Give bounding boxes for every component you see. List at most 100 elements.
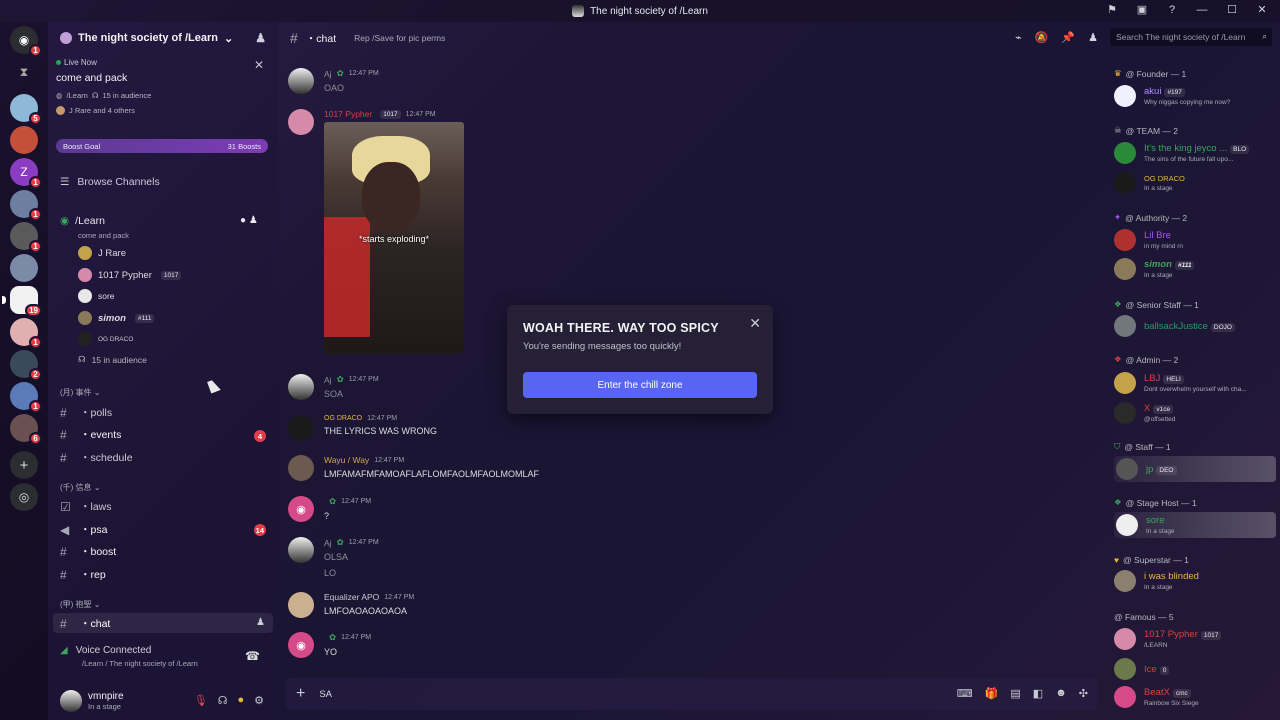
stage-participant[interactable]: OG DRACO (78, 332, 133, 346)
hourglass-icon[interactable]: ⧗ (10, 58, 38, 86)
stage-audience[interactable]: ☊ 15 in audience (78, 354, 147, 365)
server-icon[interactable]: 2 (10, 350, 42, 381)
user-panel[interactable]: vmnpire In a stage 🎙 ☊ ● ⚙ (48, 682, 278, 720)
message-author[interactable]: Wayu / Way (324, 455, 369, 465)
headphones-icon[interactable]: ☊ (218, 694, 228, 707)
boost-goal-bar[interactable]: Boost Goal 31 Boosts (56, 139, 268, 153)
keyboard-icon[interactable]: ⌨ (957, 687, 973, 700)
add-attachment-icon[interactable]: + (296, 685, 305, 703)
category-header[interactable]: (甲) 袍聖 ⌄ (60, 599, 101, 610)
stage-participant[interactable]: J Rare (78, 246, 126, 260)
member-item[interactable]: i was blinded In a stage (1114, 570, 1199, 592)
add-server-icon[interactable]: + (10, 451, 38, 479)
member-item[interactable]: sore In a stage (1114, 512, 1276, 538)
channel-schedule[interactable]: # ・schedule (60, 450, 133, 465)
invite-icon[interactable]: ♟ (255, 31, 266, 45)
message-author[interactable]: Aj (324, 375, 332, 385)
active-server-icon[interactable]: 19 (2, 286, 42, 317)
close-icon[interactable]: ✕ (254, 58, 264, 72)
message[interactable]: Aj ✿ 12:47 PM OAO (288, 68, 379, 94)
message[interactable]: Aj ✿ 12:47 PM SOA (288, 374, 379, 400)
stage-channel[interactable]: ◉ /Learn (60, 215, 105, 227)
search-input[interactable]: Search The night society of /Learn ⌕ (1110, 28, 1272, 46)
member-item[interactable]: LBJ HELI Dont overwhelm yourself with cha.… (1114, 372, 1247, 394)
maximize-icon[interactable]: ☐ (1224, 3, 1240, 16)
message-input-value[interactable]: SA (319, 689, 332, 700)
message[interactable]: 1017 Pypher 1017 12:47 PM *starts explodin… (288, 109, 464, 354)
inbox-icon[interactable]: ⚑ (1104, 3, 1120, 16)
channel-psa[interactable]: ◀ ・psa (60, 522, 107, 537)
server-icon[interactable]: 1 (10, 190, 42, 221)
gif-icon[interactable]: ▤ (1010, 687, 1020, 700)
member-item[interactable]: OG DRACO In a stage (1114, 172, 1185, 194)
guild-header[interactable]: The night society of /Learn ⌄ ♟ (48, 22, 278, 54)
channel-laws[interactable]: ☑ ・laws (60, 499, 112, 514)
discover-icon[interactable]: ◎ (10, 483, 38, 511)
channel-rep[interactable]: # ・rep (60, 567, 106, 582)
channel-events[interactable]: # ・events (60, 427, 121, 442)
pin-icon[interactable]: 📌 (1061, 31, 1075, 44)
message[interactable]: Equalizer APO 12:47 PM LMFOAOAOAOAOA (288, 592, 414, 618)
close-window-icon[interactable]: ✕ (1254, 3, 1270, 16)
chill-zone-button[interactable]: Enter the chill zone (523, 372, 757, 398)
member-item[interactable]: jp DEO (1114, 456, 1276, 482)
message[interactable]: ◉ ✿ 12:47 PM YO (288, 632, 371, 658)
discord-home-icon[interactable]: ◉ 1 (10, 26, 42, 57)
channel-topic[interactable]: Rep /Save for pic perms (354, 33, 445, 43)
close-icon[interactable]: ✕ (749, 315, 761, 332)
server-icon[interactable]: 1 (10, 222, 42, 253)
message[interactable]: OG DRACO 12:47 PM THE LYRICS WAS WRONG (288, 415, 437, 441)
image-attachment[interactable]: *starts exploding* (324, 122, 464, 354)
notification-bell-icon[interactable]: 🔕 (1035, 31, 1049, 44)
invite-icon[interactable]: ♟ (256, 617, 265, 628)
minimize-icon[interactable]: — (1194, 4, 1210, 16)
message[interactable]: ◉ ✿ 12:47 PM? (288, 496, 371, 522)
help-icon[interactable]: ? (1164, 4, 1180, 16)
screen-icon[interactable]: ▣ (1134, 3, 1150, 16)
server-icon[interactable]: 1 (10, 318, 42, 349)
server-icon[interactable]: Z1 (10, 158, 42, 189)
disconnect-icon[interactable]: ☎ (245, 649, 260, 663)
server-folder-icon[interactable]: 6 (10, 414, 42, 445)
channel-polls[interactable]: # ・polls (60, 405, 112, 420)
category-header[interactable]: (月) 事件 ⌄ (60, 387, 101, 398)
stage-participant[interactable]: 1017 Pypher 1017 (78, 268, 182, 282)
server-icon[interactable] (10, 126, 38, 154)
server-icon[interactable]: 5 (10, 94, 42, 125)
member-item[interactable]: ballsackJustice DOJO (1114, 315, 1235, 337)
member-list-icon[interactable]: ♟ (1088, 31, 1098, 44)
threads-icon[interactable]: ⌁ (1015, 31, 1022, 44)
message-author[interactable]: Equalizer APO (324, 592, 379, 602)
member-item[interactable]: Xv1ce @offsetted (1114, 402, 1175, 424)
mute-icon[interactable]: 🎙 (194, 694, 208, 707)
browse-channels[interactable]: ☰ Browse Channels (60, 176, 160, 188)
member-item[interactable]: It's the king jeyco ... BLO The sins of th… (1114, 142, 1250, 164)
message-author[interactable]: Aj (324, 69, 332, 79)
gear-icon[interactable]: ⚙ (254, 694, 264, 707)
server-icon[interactable]: 1 (10, 382, 42, 413)
message-author[interactable]: OG DRACO (324, 415, 362, 422)
category-header[interactable]: (千) 信息 ⌄ (60, 482, 101, 493)
member-item[interactable]: Lil Bre in my mind rn (1114, 229, 1183, 251)
message[interactable]: Wayu / Way 12:47 PM LMFAMAFMFAMOAFLAFLOMFA… (288, 455, 539, 481)
channel-chat[interactable]: # ・chat (60, 616, 110, 631)
stage-participant[interactable]: sore (78, 289, 115, 303)
message-input[interactable]: + SA ⌨ 🎁 ▤ ◧ ☻ ✣ (286, 678, 1098, 710)
member-item[interactable]: akui #197 Why niggas copying me now? (1114, 85, 1230, 107)
member-item[interactable]: Ice 0 (1114, 658, 1170, 680)
message-author[interactable]: 1017 Pypher (324, 109, 372, 119)
server-icon[interactable] (10, 254, 38, 282)
chat-bubble-icon[interactable]: ● ♟ (240, 215, 258, 226)
channel-boost[interactable]: # ・boost (60, 544, 116, 559)
mic-icon[interactable]: ● (237, 694, 244, 707)
apps-icon[interactable]: ✣ (1079, 687, 1088, 700)
member-item[interactable]: simon #111 In a stage (1114, 258, 1195, 280)
gift-icon[interactable]: 🎁 (985, 687, 999, 700)
stage-participant[interactable]: simon #111 (78, 311, 155, 325)
message[interactable]: Aj ✿ 12:47 PM OLSA LO (288, 537, 379, 578)
message-author[interactable]: Aj (324, 538, 332, 548)
sticker-icon[interactable]: ◧ (1033, 687, 1043, 700)
emoji-icon[interactable]: ☻ (1055, 687, 1067, 700)
member-item[interactable]: BeatX cmc Rainbow Six Siege (1114, 686, 1199, 708)
member-item[interactable]: 1017 Pypher 1017/LEARN (1114, 628, 1222, 650)
